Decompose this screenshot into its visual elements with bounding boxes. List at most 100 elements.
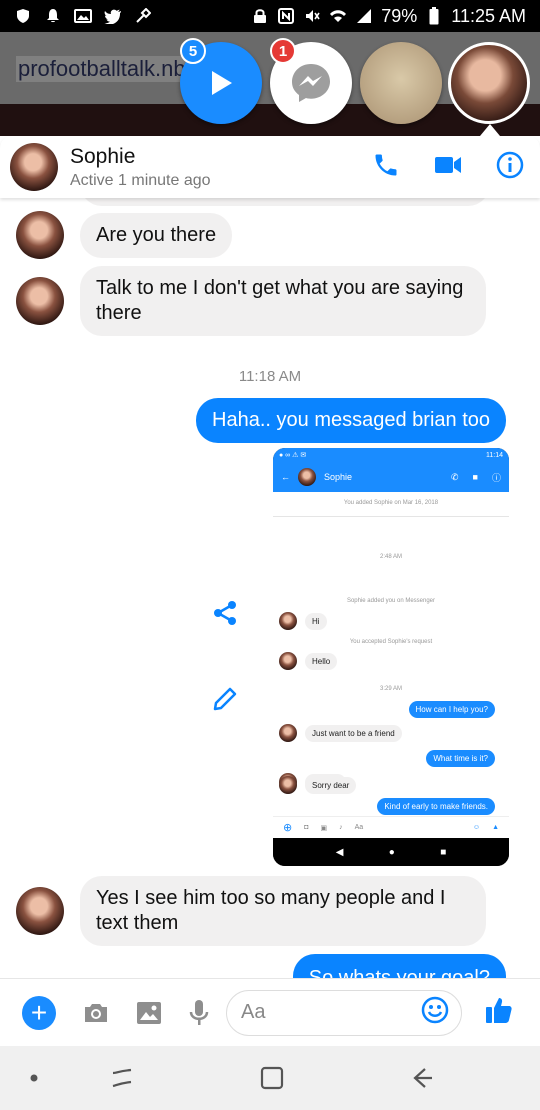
embedded-nav-bar: ◀ ● ■ (273, 838, 509, 866)
info-icon[interactable] (496, 151, 524, 184)
embedded-conversation: You added Sophie on Mar 16, 2018 2:48 AM… (273, 492, 509, 816)
shared-screenshot[interactable]: ● ∞ ⚠ ✉ 11:14 ← Sophie ✆ ■ ⓘ You added S… (273, 448, 509, 866)
emoji-icon[interactable] (421, 996, 449, 1030)
embedded-incoming-message: Hello (305, 652, 338, 670)
recents-icon: ■ (440, 846, 447, 858)
active-head-pointer (480, 124, 500, 136)
play-video-badge: 5 (180, 38, 206, 64)
conversation[interactable]: Are you there Talk to me I don't get wha… (0, 198, 540, 978)
contact-name[interactable]: Sophie (70, 145, 211, 169)
play-icon (212, 71, 232, 95)
navigation-bar (0, 1046, 540, 1110)
embedded-message-row: Sorry dear (279, 776, 357, 794)
plus-icon[interactable]: + (22, 995, 56, 1030)
share-icon[interactable] (210, 598, 240, 628)
mic-icon: ♪ (339, 824, 343, 831)
avatar (298, 468, 316, 486)
avatar[interactable] (10, 143, 58, 191)
embedded-message-row: Hi (279, 612, 327, 630)
embedded-outgoing-message: Kind of early to make friends. (377, 798, 495, 815)
message-composer: + Aa (0, 978, 540, 1046)
embedded-contact-name: Sophie (324, 472, 353, 482)
mute-icon (303, 8, 321, 24)
embedded-note: Sophie added you on Messenger (346, 598, 436, 604)
outgoing-message[interactable]: Haha.. you messaged brian too (196, 398, 506, 443)
messenger-badge: 1 (270, 38, 296, 64)
embedded-timestamp: 3:29 AM (379, 686, 402, 692)
message-input-placeholder: Aa (241, 1001, 266, 1023)
background-url: profootballtalk.nb (16, 56, 188, 82)
embedded-status-icons: ● ∞ ⚠ ✉ (279, 452, 307, 459)
list-item: Talk to me I don't get what you are sayi… (16, 266, 486, 336)
back-arrow-icon: ← (281, 472, 290, 482)
camera-icon: ◘ (304, 824, 309, 831)
embedded-status-bar: ● ∞ ⚠ ✉ 11:14 (273, 448, 509, 462)
edit-icon[interactable] (210, 684, 240, 714)
bell-icon (44, 8, 62, 24)
avatar (279, 724, 297, 742)
video-call-icon: ■ (472, 472, 478, 482)
embedded-incoming-message: Sorry dear (305, 776, 357, 794)
battery-percent: 79% (381, 5, 418, 26)
messenger-icon (292, 64, 330, 102)
image-icon: ▣ (320, 824, 328, 832)
incoming-message[interactable]: Are you there (80, 212, 233, 258)
embedded-compose-field: Aa (354, 824, 364, 831)
avatar (279, 612, 297, 630)
embedded-composer: ⊕ ◘ ▣ ♪ Aa ☺ ▲ (273, 816, 509, 838)
embedded-incoming-message: Hi (305, 612, 327, 630)
home-icon: ● (388, 846, 395, 858)
like-icon: ▲ (492, 824, 499, 831)
message-input[interactable]: Aa (226, 989, 462, 1036)
wifi-icon (329, 8, 347, 24)
chat-heads: 5 1 (180, 38, 540, 136)
info-icon: ⓘ (491, 472, 501, 483)
image-icon (74, 8, 92, 24)
list-item: Yes I see him too so many people and I t… (16, 876, 486, 946)
shield-icon (14, 8, 32, 24)
avatar (16, 887, 64, 935)
embedded-message-row: Just want to be a friend (279, 724, 402, 742)
embedded-message-row: Hello (279, 652, 338, 670)
phone-icon: ✆ (451, 471, 459, 482)
camera-icon[interactable] (82, 1001, 110, 1025)
back-icon: ◀ (335, 846, 344, 858)
plus-icon: ⊕ (283, 822, 293, 834)
embedded-clock: 11:14 (486, 451, 503, 459)
embedded-incoming-message: Just want to be a friend (305, 724, 402, 742)
active-status: Active 1 minute ago (70, 171, 211, 189)
emoji-icon: ☺ (472, 824, 481, 831)
phone-icon[interactable] (372, 151, 400, 184)
divider (273, 516, 509, 517)
avatar (16, 277, 64, 325)
message-timestamp: 11:18 AM (238, 368, 302, 385)
video-call-icon[interactable] (434, 154, 462, 181)
nfc-icon (277, 8, 295, 24)
signal-icon (355, 8, 373, 24)
embedded-timestamp: 2:48 AM (379, 554, 402, 560)
microphone-icon[interactable] (188, 999, 210, 1027)
embedded-note: You accepted Sophie's request (349, 639, 433, 645)
incoming-message[interactable]: Yes I see him too so many people and I t… (80, 876, 486, 946)
embedded-chat-header: ← Sophie ✆ ■ ⓘ (273, 462, 509, 492)
dot-icon[interactable] (20, 1064, 48, 1092)
home-icon[interactable] (258, 1064, 286, 1092)
gallery-icon[interactable] (136, 1001, 162, 1025)
recents-icon[interactable] (108, 1064, 136, 1092)
status-bar: 79% 11:25 AM (0, 0, 540, 32)
tools-icon (134, 8, 152, 24)
thumbs-up-icon[interactable] (484, 995, 514, 1030)
lock-icon (251, 8, 269, 24)
stamp-head[interactable] (360, 42, 442, 124)
sophie-head[interactable] (448, 42, 530, 124)
previous-message (80, 198, 490, 206)
back-icon[interactable] (408, 1064, 436, 1092)
embedded-outgoing-message: How can I help you? (408, 701, 495, 718)
twitter-icon (104, 8, 122, 24)
outgoing-message[interactable]: So whats your goal? (292, 954, 506, 978)
battery-icon (425, 7, 443, 25)
chat-header: Sophie Active 1 minute ago (0, 136, 540, 198)
incoming-message[interactable]: Talk to me I don't get what you are sayi… (80, 266, 486, 336)
embedded-outgoing-message: What time is it? (426, 750, 495, 767)
avatar (279, 652, 297, 670)
